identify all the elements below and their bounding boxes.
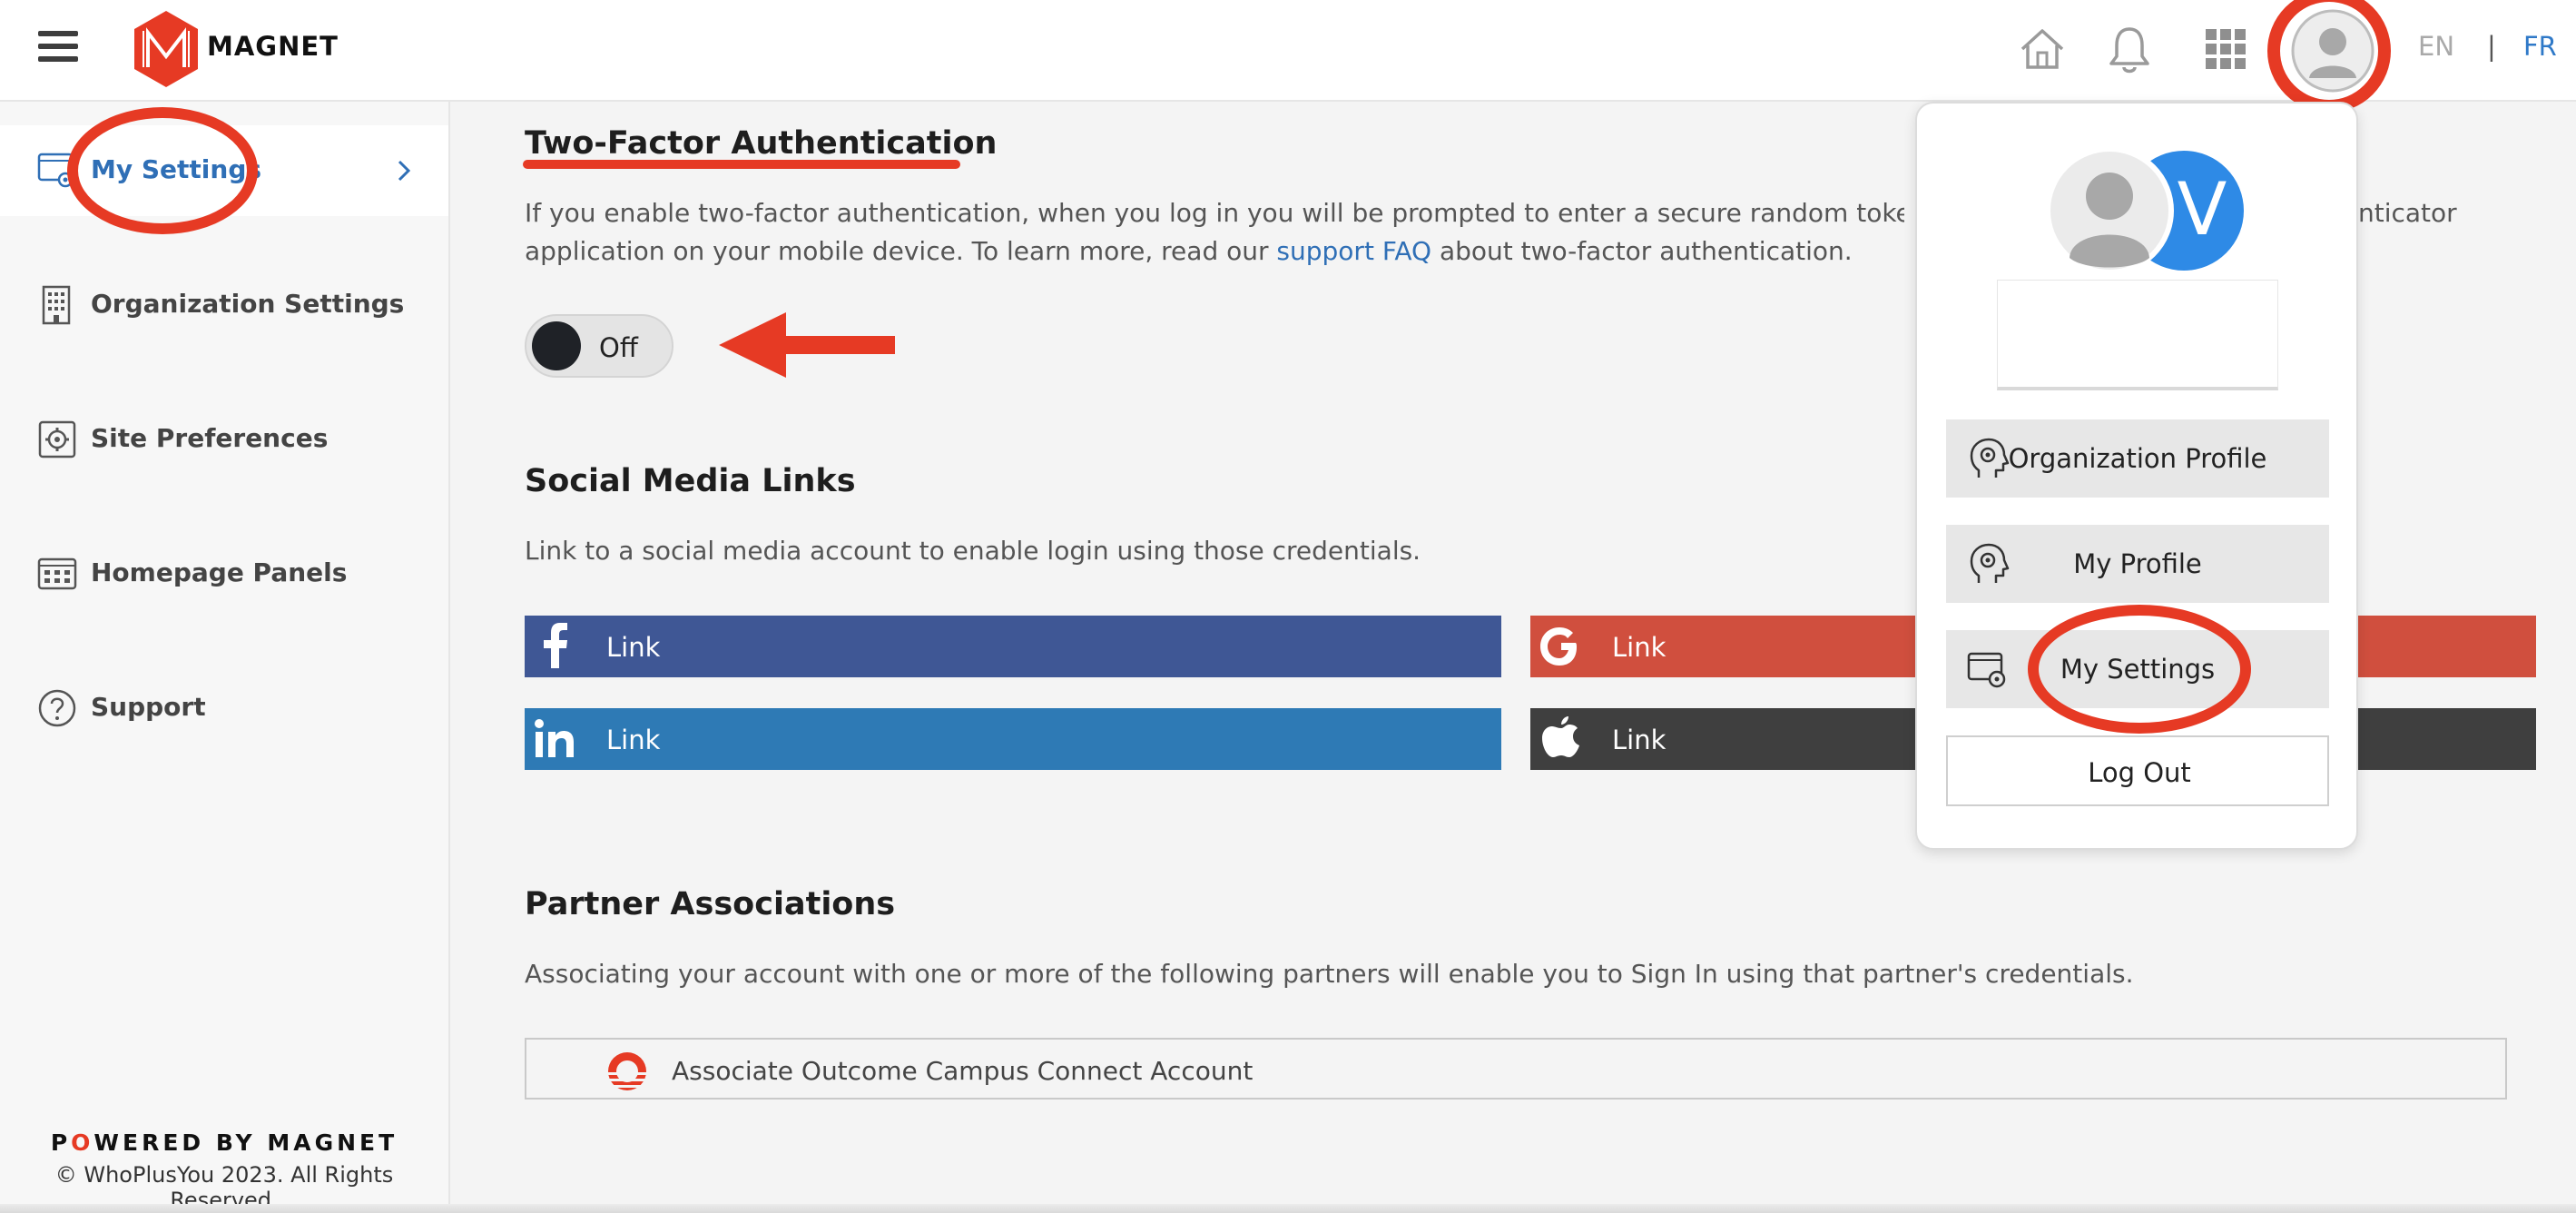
two-factor-title: Two-Factor Authentication <box>525 125 998 162</box>
social-media-title: Social Media Links <box>525 463 856 499</box>
dropdown-my-settings[interactable]: My Settings <box>1946 630 2329 708</box>
sidebar-item-label: Organization Settings <box>91 289 405 319</box>
top-bar: MAGNET EN | FR <box>0 0 2576 113</box>
two-factor-description-line1-end: nticator <box>2358 198 2457 228</box>
apps-grid-icon[interactable] <box>2198 22 2253 76</box>
partner-associations-description: Associating your account with one or mor… <box>525 959 2134 989</box>
user-dropdown-menu: V Organization Profile My Profile My Set… <box>1915 102 2358 850</box>
logo-text: MAGNET <box>207 31 339 62</box>
dropdown-item-label: My Profile <box>2073 548 2202 579</box>
two-factor-toggle[interactable]: Off <box>525 314 673 378</box>
apple-link-label: Link <box>1612 725 1667 755</box>
partner-associations-title: Partner Associations <box>525 886 896 922</box>
associate-outcome-campus-label: Associate Outcome Campus Connect Account <box>672 1056 1254 1086</box>
toggle-knob <box>532 321 581 370</box>
apple-icon <box>1542 716 1579 757</box>
building-icon <box>42 285 71 325</box>
bottom-edge <box>0 1204 2576 1213</box>
two-factor-desc-pre: application on your mobile device. To le… <box>525 236 1269 266</box>
dropdown-item-label: My Settings <box>2060 654 2216 685</box>
dropdown-organization-profile[interactable]: Organization Profile <box>1946 419 2329 498</box>
outcome-campus-connect-icon <box>606 1052 648 1090</box>
sidebar-item-label: Support <box>91 692 206 722</box>
facebook-link-label: Link <box>606 632 661 663</box>
google-link-label: Link <box>1612 632 1667 663</box>
toggle-label: Off <box>599 332 638 363</box>
logout-button[interactable]: Log Out <box>1946 735 2329 806</box>
sidebar-item-label: My Settings <box>91 154 262 184</box>
home-icon[interactable] <box>2015 22 2070 76</box>
sidebar-item-my-settings[interactable]: My Settings <box>0 125 448 216</box>
profile-avatars: V <box>2045 146 2244 275</box>
two-factor-description-line2: application on your mobile device. To le… <box>525 232 1853 271</box>
gear-icon <box>38 420 76 459</box>
associate-outcome-campus-button[interactable]: Associate Outcome Campus Connect Account <box>525 1038 2507 1100</box>
language-fr-link[interactable]: FR <box>2523 31 2557 62</box>
powered-prefix: P <box>50 1129 72 1156</box>
language-separator: | <box>2487 31 2496 62</box>
social-media-description: Link to a social media account to enable… <box>525 536 1421 566</box>
support-faq-link[interactable]: support FAQ <box>1276 236 1431 266</box>
dropdown-item-label: Organization Profile <box>2008 443 2267 474</box>
two-factor-desc-text: If you enable two-factor authentication,… <box>525 198 1904 228</box>
facebook-link-button[interactable]: Link <box>525 616 1501 677</box>
sidebar: My Settings Organization Settings Site P… <box>0 102 450 1213</box>
logout-label: Log Out <box>2088 757 2191 788</box>
chevron-right-icon <box>398 160 411 182</box>
org-avatar-letter: V <box>2178 167 2227 251</box>
sidebar-item-organization-settings[interactable]: Organization Settings <box>0 260 448 350</box>
two-factor-description-line1: If you enable two-factor authentication,… <box>525 194 1904 232</box>
powered-power-glyph: O <box>71 1129 94 1156</box>
bell-icon[interactable] <box>2102 22 2157 76</box>
hamburger-menu-icon[interactable] <box>38 31 78 67</box>
annotation-arrow-left-icon <box>719 312 895 378</box>
sidebar-item-support[interactable]: Support <box>0 663 448 754</box>
sidebar-item-homepage-panels[interactable]: Homepage Panels <box>0 528 448 619</box>
powered-by-text: POWERED BY MAGNET <box>0 1129 448 1156</box>
sidebar-item-site-preferences[interactable]: Site Preferences <box>0 394 448 485</box>
facebook-icon <box>544 623 567 668</box>
sidebar-item-label: Homepage Panels <box>91 557 348 587</box>
profile-name-card <box>1997 280 2278 390</box>
settings-window-icon <box>37 153 74 188</box>
sidebar-item-label: Site Preferences <box>91 423 329 453</box>
two-factor-desc-post: about two-factor authentication. <box>1439 236 1853 266</box>
linkedin-link-button[interactable]: Link <box>525 708 1501 770</box>
panels-icon <box>37 557 77 590</box>
linkedin-icon <box>535 719 574 757</box>
google-icon <box>1540 627 1577 666</box>
linkedin-link-label: Link <box>606 725 661 755</box>
language-en-link[interactable]: EN <box>2418 31 2454 62</box>
question-icon <box>38 689 76 727</box>
magnet-logo[interactable] <box>132 9 201 89</box>
annotation-underline <box>523 160 960 169</box>
powered-suffix: WERED BY MAGNET <box>93 1129 398 1156</box>
dropdown-my-profile[interactable]: My Profile <box>1946 525 2329 603</box>
